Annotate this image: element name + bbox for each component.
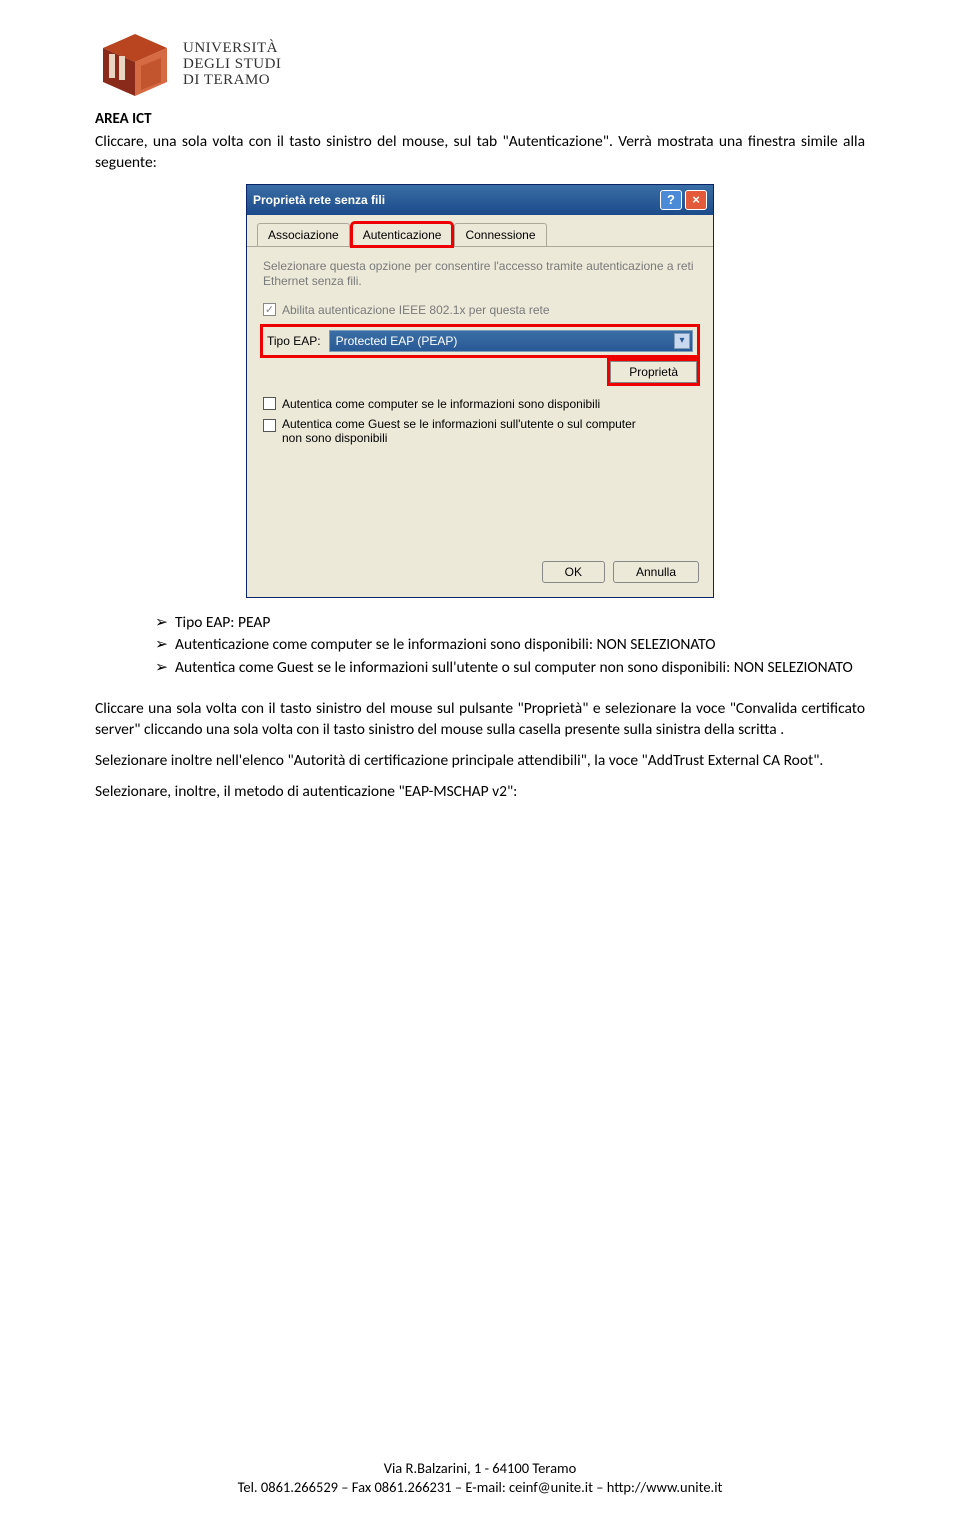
bullet-2: Autenticazione come computer se le infor… (155, 634, 865, 656)
university-name: UNIVERSITÀ DEGLI STUDI DI TERAMO (183, 41, 281, 88)
close-icon[interactable]: × (685, 190, 707, 210)
checkbox-guest-label: Autentica come Guest se le informazioni … (282, 417, 642, 445)
dialog-screenshot: Proprietà rete senza fili ? × Associazio… (246, 184, 714, 598)
checkbox-enable-8021x[interactable]: ✓ Abilita autenticazione IEEE 802.1x per… (263, 303, 697, 317)
page-header: UNIVERSITÀ DEGLI STUDI DI TERAMO (95, 30, 865, 100)
paragraph-2: Cliccare una sola volta con il tasto sin… (95, 699, 865, 741)
ok-button[interactable]: OK (542, 561, 605, 583)
cancel-button[interactable]: Annulla (613, 561, 699, 583)
page-footer: Via R.Balzarini, 1 - 64100 Teramo Tel. 0… (0, 1459, 960, 1498)
paragraph-3: Selezionare inoltre nell'elenco "Autorit… (95, 751, 865, 772)
dialog-titlebar: Proprietà rete senza fili ? × (247, 185, 713, 215)
dialog-description: Selezionare questa opzione per consentir… (263, 259, 697, 289)
footer-line2: Tel. 0861.266529 – Fax 0861.266231 – E-m… (0, 1478, 960, 1498)
uni-line1: UNIVERSITÀ (183, 41, 281, 57)
area-heading: AREA ICT (95, 110, 865, 128)
paragraph-1: Cliccare, una sola volta con il tasto si… (95, 132, 865, 174)
checkbox-icon: ✓ (263, 303, 276, 316)
checkbox-auth-computer[interactable]: Autentica come computer se le informazio… (263, 397, 697, 411)
eap-type-value: Protected EAP (PEAP) (336, 334, 458, 348)
uni-line3: DI TERAMO (183, 73, 281, 89)
university-logo (95, 30, 175, 100)
footer-line1: Via R.Balzarini, 1 - 64100 Teramo (0, 1459, 960, 1479)
help-icon[interactable]: ? (660, 190, 682, 210)
paragraph-4: Selezionare, inoltre, il metodo di auten… (95, 782, 865, 803)
checkbox-icon (263, 397, 276, 410)
checkbox-auth-guest[interactable]: Autentica come Guest se le informazioni … (263, 417, 697, 445)
tab-autenticazione[interactable]: Autenticazione (352, 223, 453, 246)
properties-button[interactable]: Proprietà (610, 361, 697, 383)
bullet-list: Tipo EAP: PEAP Autenticazione come compu… (155, 612, 865, 679)
bullet-3: Autentica come Guest se le informazioni … (155, 657, 865, 679)
tabs-row: Associazione Autenticazione Connessione (247, 215, 713, 247)
dialog-title: Proprietà rete senza fili (253, 193, 385, 207)
checkbox-comp-label: Autentica come computer se le informazio… (282, 397, 600, 411)
tab-connessione[interactable]: Connessione (454, 223, 546, 246)
bullet-1: Tipo EAP: PEAP (155, 612, 865, 634)
eap-type-label: Tipo EAP: (267, 334, 321, 348)
eap-type-row: Tipo EAP: Protected EAP (PEAP) ▾ (263, 327, 697, 355)
checkbox-enable-label: Abilita autenticazione IEEE 802.1x per q… (282, 303, 550, 317)
uni-line2: DEGLI STUDI (183, 57, 281, 73)
chevron-down-icon: ▾ (674, 333, 690, 349)
eap-type-select[interactable]: Protected EAP (PEAP) ▾ (329, 330, 693, 352)
checkbox-icon (263, 419, 276, 432)
tab-associazione[interactable]: Associazione (257, 223, 350, 246)
